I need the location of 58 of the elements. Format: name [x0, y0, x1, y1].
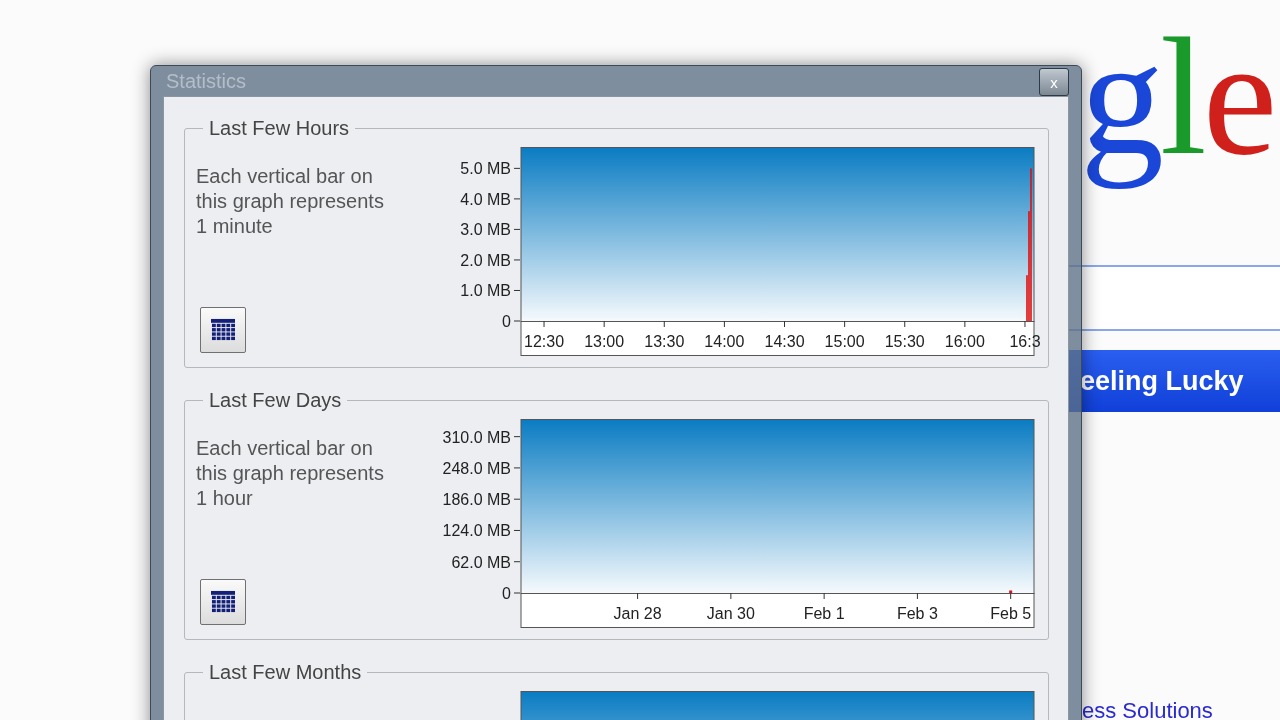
- x-tick-label: 14:00: [704, 333, 745, 350]
- y-tick: 62.0 MB: [451, 553, 521, 571]
- x-tick-label: 16:00: [944, 333, 985, 350]
- calendar-button[interactable]: [200, 579, 246, 625]
- x-tick: 14:00: [704, 320, 745, 350]
- y-tick: 3.0 MB: [460, 221, 521, 239]
- x-tick: 16:3: [1009, 320, 1041, 350]
- y-tick: 186.0 MB: [442, 491, 521, 509]
- y-tick: 124.0 MB: [442, 522, 521, 540]
- x-tick: Feb 3: [896, 592, 938, 622]
- y-tick: 5.0 MB: [460, 160, 521, 178]
- x-tick-label: Feb 3: [896, 605, 938, 622]
- x-tick: 15:00: [824, 320, 865, 350]
- x-tick: 15:30: [884, 320, 925, 350]
- x-tick-label: 14:30: [764, 333, 805, 350]
- calendar-icon: [210, 318, 236, 342]
- group-title: Last Few Hours: [208, 117, 351, 140]
- y-tick: 1.0 MB: [460, 282, 521, 300]
- y-tick: 0: [502, 585, 521, 602]
- x-tick-label: 15:30: [884, 333, 925, 350]
- x-tick-label: Jan 30: [706, 605, 755, 622]
- y-tick: 4.0 MB: [460, 190, 521, 208]
- group-title: Last Few Days: [208, 389, 343, 412]
- x-tick-label: 15:00: [824, 333, 865, 350]
- x-tick-label: Feb 5: [990, 605, 1032, 622]
- y-tick: 248.0 MB: [442, 459, 521, 477]
- calendar-button[interactable]: [200, 307, 246, 353]
- x-tick-label: Feb 1: [803, 605, 845, 622]
- y-tick: 310.0 MB: [442, 428, 521, 446]
- y-tick-label: 4.0 MB: [460, 190, 511, 208]
- x-tick-label: 13:30: [644, 333, 685, 350]
- x-tick-label: 16:3: [1009, 333, 1041, 350]
- y-tick-label: 0: [502, 313, 512, 330]
- x-tick: 16:00: [944, 320, 985, 350]
- x-tick: Jan 28: [613, 592, 662, 622]
- footer-link[interactable]: ess Solutions: [1082, 698, 1213, 720]
- y-tick-label: 2.0 MB: [460, 251, 511, 269]
- group-description: Each vertical bar on this graph represents 1 minute: [196, 164, 385, 239]
- x-tick: Feb 5: [990, 592, 1032, 622]
- y-tick-label: 0: [502, 585, 512, 602]
- x-tick: Jan 30: [706, 592, 755, 622]
- y-tick-label: 1.0 MB: [460, 282, 511, 300]
- calendar-icon: [210, 590, 236, 614]
- x-tick: Feb 1: [803, 592, 845, 622]
- x-tick-label: Jan 28: [613, 605, 662, 622]
- y-tick: 2.0 MB: [460, 251, 521, 269]
- x-tick: 14:30: [764, 320, 805, 350]
- y-tick: 0: [502, 313, 521, 330]
- x-tick: 13:30: [644, 320, 685, 350]
- x-tick-label: 13:00: [584, 333, 625, 350]
- group-title: Last Few Months: [208, 661, 363, 684]
- x-tick: 12:30: [524, 320, 565, 350]
- logo: gle: [1080, 2, 1275, 191]
- x-tick-label: 12:30: [524, 333, 565, 350]
- y-tick-label: 5.0 MB: [460, 160, 511, 178]
- y-tick-label: 3.0 MB: [460, 221, 511, 239]
- x-tick: 13:00: [584, 320, 625, 350]
- group-description: Each vertical bar on this graph represents 1 hour: [196, 436, 385, 511]
